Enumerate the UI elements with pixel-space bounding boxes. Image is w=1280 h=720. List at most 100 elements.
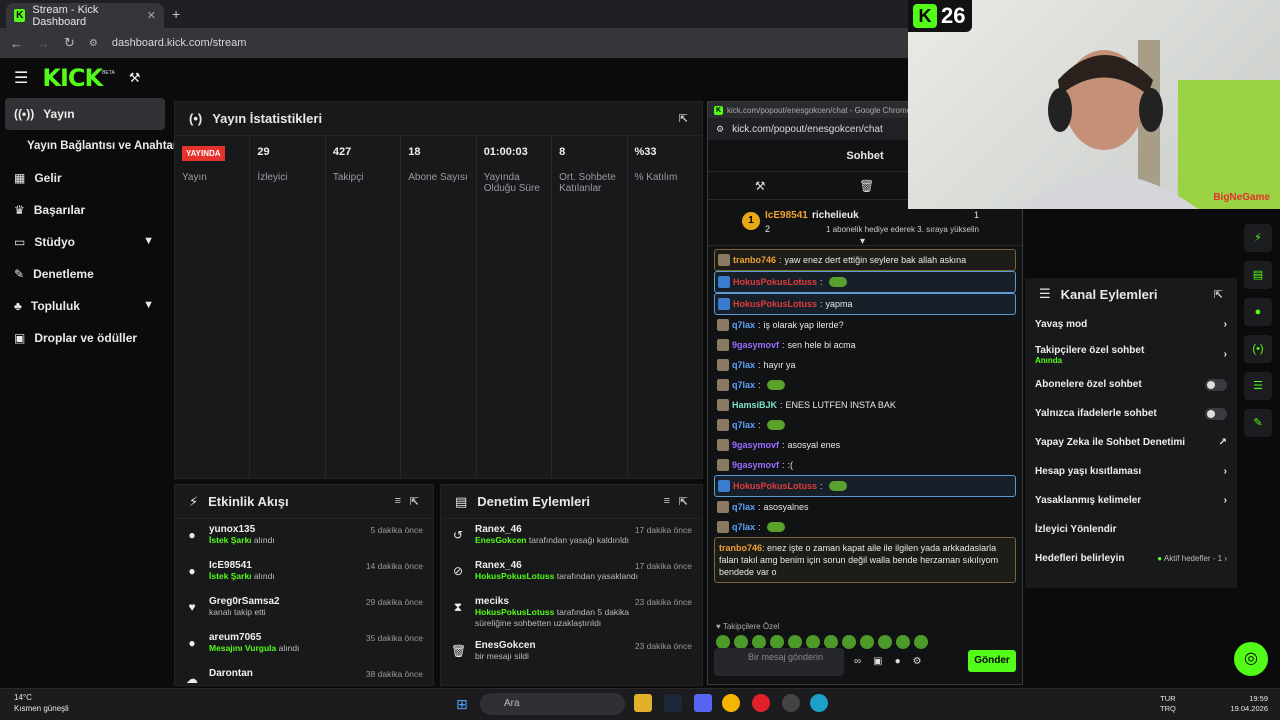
send-button[interactable]: Gönder — [968, 650, 1016, 672]
discord-icon[interactable] — [694, 694, 712, 712]
file-explorer-icon[interactable] — [634, 694, 652, 712]
clock[interactable]: 19:59 19.04.2026 — [1228, 694, 1268, 714]
chat-username[interactable]: HokusPokusLotuss — [733, 480, 817, 492]
popout-icon[interactable]: ⇱ — [679, 112, 688, 125]
hammer-icon[interactable]: ⚒ — [755, 179, 766, 193]
gift-icon[interactable]: ▣ — [873, 656, 882, 667]
chat-username[interactable]: 9gasymovf — [732, 339, 779, 351]
counter-number: 26 — [941, 3, 966, 28]
ai-moderation-row[interactable]: Yapay Zeka ile Sohbet Denetimi ↗ — [1025, 428, 1237, 457]
sidebar-item-denetleme[interactable]: ✎ Denetleme — [0, 258, 170, 290]
sidebar-item-topluluk[interactable]: ♣ Topluluk ▼ — [0, 290, 170, 322]
sidebar-item-gelir[interactable]: ▦ Gelir — [0, 162, 170, 194]
browser-tab[interactable]: K Stream - Kick Dashboard ✕ — [6, 3, 164, 28]
taskbar-search[interactable]: Ara — [480, 693, 625, 715]
sidebar-item-studyo[interactable]: ▭ Stüdyo ▼ — [0, 226, 170, 258]
stat-uptime: 01:00:03 Yayında Olduğu Süre — [477, 136, 553, 479]
filter-icon[interactable]: ≡ — [395, 495, 401, 507]
menu-icon[interactable]: ☰ — [14, 68, 28, 88]
url-field[interactable]: dashboard.kick.com/stream — [112, 37, 247, 49]
stats-header: (•) Yayın İstatistikleri ⇱ — [175, 102, 702, 136]
chat-username[interactable]: q7lax — [732, 419, 755, 431]
followers-only-row[interactable]: Takipçilere özel sohbet Anında › — [1025, 339, 1237, 370]
new-tab-icon[interactable]: + — [172, 6, 180, 22]
emote-row[interactable] — [716, 635, 928, 649]
emote-only-row[interactable]: Yalnızca ifadelerle sohbet — [1025, 399, 1237, 428]
chat-url[interactable]: kick.com/popout/enesgokcen/chat — [732, 124, 883, 135]
document-icon[interactable]: ▤ — [1244, 261, 1272, 289]
chat-username[interactable]: q7lax — [732, 319, 755, 331]
chat-username[interactable]: HokusPokusLotuss — [733, 276, 817, 288]
back-icon[interactable]: ← — [10, 36, 23, 51]
subscribers-only-row[interactable]: Abonelere özel sohbet — [1025, 370, 1237, 399]
document-icon: ▤ — [455, 493, 468, 509]
trash-icon[interactable]: 🗑 — [859, 179, 874, 193]
slow-mode-row[interactable]: Yavaş mod › — [1025, 310, 1237, 339]
subscribers-only-toggle[interactable] — [1205, 378, 1227, 391]
windows-start-icon[interactable]: ⊞ — [456, 696, 468, 713]
sidebar-item-basarilar[interactable]: ♛ Başarılar — [0, 194, 170, 226]
steam-icon[interactable] — [664, 694, 682, 712]
sidebar-item-yayin[interactable]: ((•)) Yayın — [5, 98, 165, 130]
chat-message: q7lax: hayır ya — [714, 355, 1016, 375]
frog-emote-icon — [766, 420, 785, 430]
tab-close-icon[interactable]: ✕ — [147, 9, 156, 22]
emote-only-toggle[interactable] — [1205, 407, 1227, 420]
chat-username[interactable]: 9gasymovf — [732, 439, 779, 451]
moderation-header: ▤ Denetim Eylemleri ≡ ⇱ — [441, 485, 702, 519]
chat-username[interactable]: q7lax — [732, 501, 755, 513]
chat-message: q7lax: iş olarak yap ilerde? — [714, 315, 1016, 335]
chat-username[interactable]: HamsiBJK — [732, 399, 777, 411]
support-icon[interactable]: ◎ — [1234, 642, 1268, 676]
chat-username[interactable]: q7lax — [732, 359, 755, 371]
sidebar-item-stream-key[interactable]: Yayın Bağlantısı ve Anahtarı — [0, 130, 181, 162]
goals-row[interactable]: Hedefleri belirleyin ● Aktif hedefler - 1… — [1025, 544, 1237, 573]
user-badge-icon — [717, 459, 729, 471]
live-badge: YAYINDA — [182, 146, 225, 161]
chat-username[interactable]: q7lax — [732, 379, 755, 391]
filter-icon[interactable]: ≡ — [664, 495, 670, 507]
chat-username[interactable]: HokusPokusLotuss — [733, 298, 817, 310]
chat-username[interactable]: q7lax — [732, 521, 755, 533]
community-icon: ♣ — [14, 299, 22, 313]
rank-badge: 1 — [742, 212, 760, 230]
list-item: ↺ Ranex_46 EnesGokcen tarafından yasağı ka… — [441, 519, 702, 555]
chat-text: hayır ya — [763, 360, 796, 370]
sliders-icon[interactable]: ☰ — [1244, 372, 1272, 400]
site-info-icon[interactable]: ⚙ — [89, 38, 98, 49]
chat-username[interactable]: tranbo746 — [733, 254, 776, 266]
chat-bubble-icon[interactable]: ● — [1244, 298, 1272, 326]
raid-row[interactable]: İzleyici Yönlendir — [1025, 515, 1237, 544]
popout-icon[interactable]: ⇱ — [410, 495, 419, 508]
list-item: ● yunox135 İstek Şarkı alındı 5 dakika önce — [175, 519, 433, 555]
activity-feed-panel: ⚡ Etkinlik Akışı ≡ ⇱ ● yunox135 İstek Şark… — [174, 484, 434, 686]
banned-words-row[interactable]: Yasaklanmış kelimeler › — [1025, 486, 1237, 515]
user-badge-icon — [717, 379, 729, 391]
chrome-icon[interactable] — [722, 694, 740, 712]
kick-logo[interactable]: KICK — [42, 64, 103, 92]
emote-icon[interactable]: ∞ — [854, 656, 861, 667]
hammer-icon[interactable]: ⚒ — [129, 70, 141, 86]
broadcast-icon: ((•)) — [14, 107, 35, 121]
chat-input[interactable]: Bir mesaj gönderin — [714, 648, 844, 676]
reload-icon[interactable]: ↻ — [64, 35, 75, 51]
sidebar-item-droplar[interactable]: ▣ Droplar ve ödüller — [0, 322, 170, 354]
chevron-down-icon[interactable]: ▾ — [860, 236, 865, 247]
wrench-icon[interactable]: ✎ — [1244, 409, 1272, 437]
edge-icon[interactable] — [810, 694, 828, 712]
chat-username[interactable]: 9gasymovf — [732, 459, 779, 471]
chat-bubble-icon[interactable]: ● — [895, 656, 901, 667]
popout-icon[interactable]: ⇱ — [1214, 288, 1223, 301]
bolt-icon[interactable]: ⚡ — [1244, 224, 1272, 252]
weather-widget[interactable]: 14°C Kısmen güneşli — [14, 692, 69, 714]
broadcast-icon[interactable]: (•) — [1244, 335, 1272, 363]
language-indicator[interactable]: TUR TRQ — [1160, 694, 1176, 714]
popout-icon[interactable]: ⇱ — [679, 495, 688, 508]
account-age-row[interactable]: Hesap yaşı kısıtlaması › — [1025, 457, 1237, 486]
chat-username[interactable]: tranbo746 — [719, 543, 762, 553]
gear-icon[interactable]: ⚙ — [913, 656, 922, 667]
activity-feed-header: ⚡ Etkinlik Akışı ≡ ⇱ — [175, 485, 433, 519]
opera-icon[interactable] — [752, 694, 770, 712]
forward-icon[interactable]: → — [37, 36, 50, 51]
obs-icon[interactable] — [782, 694, 800, 712]
